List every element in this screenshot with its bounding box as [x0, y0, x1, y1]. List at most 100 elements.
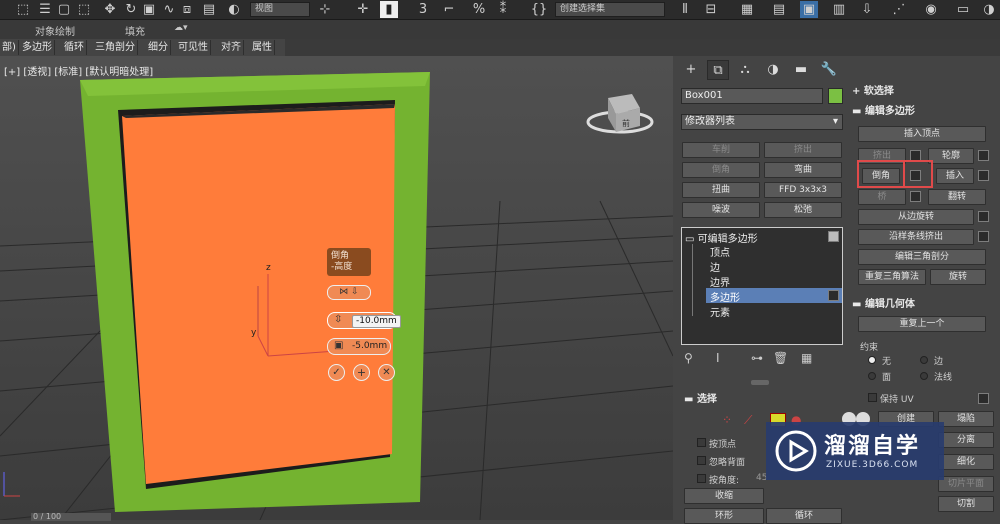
ribbon-tab-align[interactable]: 对齐	[219, 40, 244, 55]
outline-field[interactable]: ▣ -5.0mm	[327, 338, 391, 355]
selection-set-dropdown[interactable]: 创建选择集	[555, 2, 665, 17]
flip-button[interactable]: 翻转	[928, 189, 986, 205]
ribbon-tab-tri[interactable]: 三角剖分	[93, 40, 138, 55]
selection-rollout-header[interactable]: ▬ 选择	[684, 392, 717, 408]
perspective-viewport[interactable]: 前 z y 倒角 -高度 ⋈ ⇩ ⇳ -10.0mm ▣ -5.0mm ✓ + …	[0, 56, 673, 521]
render-frame-icon[interactable]: ▭	[954, 1, 972, 18]
mod-noise-button[interactable]: 噪波	[682, 202, 760, 218]
window-crossing-icon[interactable]: ⬚	[75, 1, 93, 18]
ribbon-toggle-icon[interactable]: ▣	[800, 1, 818, 18]
scale-icon[interactable]: ▣	[140, 1, 158, 18]
mod-relax-button[interactable]: 松弛	[764, 202, 842, 218]
ribbon-tab-vis[interactable]: 可见性	[176, 40, 211, 55]
mirror-tool-icon[interactable]: ⫴	[676, 1, 694, 18]
layer-manager-icon[interactable]: ▦	[738, 1, 756, 18]
stack-vertex[interactable]: 顶点	[710, 244, 730, 259]
constraint-edge-radio[interactable]	[920, 356, 928, 364]
extrude-spline-settings-icon[interactable]	[978, 231, 989, 242]
extrude-spline-button[interactable]: 沿样条线挤出	[858, 229, 974, 245]
ribbon-options-icon[interactable]: ☁▾	[174, 23, 188, 33]
align-icon[interactable]: ⊟	[702, 1, 720, 18]
percent-snap-icon[interactable]: %	[470, 1, 488, 18]
modifier-list-dropdown[interactable]: 修改器列表 ▾	[681, 114, 843, 130]
hierarchy-tab-icon[interactable]: ⛬	[734, 60, 756, 80]
make-unique-icon[interactable]: ⊶	[751, 351, 763, 365]
pin-stack-icon[interactable]: ⚲	[684, 351, 693, 365]
stack-root-toggle[interactable]	[828, 231, 839, 242]
show-end-result-icon[interactable]: Ⅰ	[716, 351, 720, 365]
angle-snap-icon[interactable]: ⌐	[440, 1, 458, 18]
mod-bevel-button[interactable]: 倒角	[682, 162, 760, 178]
stack-root[interactable]: ▭ 可编辑多边形	[685, 230, 758, 245]
mod-bend-button[interactable]: 弯曲	[764, 162, 842, 178]
ribbon-tab-polygon[interactable]: 多边形	[20, 40, 55, 55]
hinge-button[interactable]: 从边旋转	[858, 209, 974, 225]
ring-button[interactable]: 环形	[684, 508, 764, 524]
stack-edge[interactable]: 边	[710, 259, 720, 274]
render-icon[interactable]: ◑	[980, 1, 998, 18]
render-setup-icon[interactable]: ◉	[922, 1, 940, 18]
hinge-settings-icon[interactable]	[978, 211, 989, 222]
edit-triangulation-button[interactable]: 编辑三角剖分	[858, 249, 986, 265]
soft-select-header[interactable]: + 软选择	[852, 84, 894, 100]
snaps-toggle-icon[interactable]: 3	[414, 1, 432, 18]
scroll-grip[interactable]	[751, 380, 769, 385]
height-field[interactable]: ⇳ -10.0mm	[327, 312, 401, 329]
caddy-ok-icon[interactable]: ✓	[328, 364, 345, 381]
remove-modifier-icon[interactable]: 🗑	[773, 351, 788, 365]
bridge-settings-icon[interactable]	[910, 191, 921, 202]
motion-tab-icon[interactable]: ◑	[762, 60, 784, 80]
preserve-uv-settings-icon[interactable]	[978, 393, 989, 404]
retriangulate-button[interactable]: 重复三角算法	[858, 269, 926, 285]
scene-explorer-icon[interactable]: ▤	[770, 1, 788, 18]
utilities-tab-icon[interactable]: 🔧	[818, 60, 840, 80]
outline-button[interactable]: 轮廓	[928, 148, 974, 164]
keyboard-shortcut-icon[interactable]: ▮	[380, 1, 398, 18]
detach-button[interactable]: 分离	[938, 432, 994, 448]
shrink-button[interactable]: 收缩	[684, 488, 764, 504]
snap-icon[interactable]: ∿	[160, 1, 178, 18]
ribbon-tab-props[interactable]: 属性	[250, 40, 275, 55]
modifier-stack[interactable]: ▭ 可编辑多边形 顶点 边 边界 多边形 元素	[681, 227, 843, 345]
viewport-label[interactable]: [+] [透视] [标准] [默认明暗处理]	[4, 63, 153, 78]
caddy-apply-icon[interactable]: +	[353, 364, 370, 381]
turn-button[interactable]: 旋转	[930, 269, 986, 285]
height-value[interactable]: -10.0mm	[352, 315, 401, 328]
object-name-field[interactable]: Box001	[681, 88, 823, 104]
spinner-snap-icon[interactable]: ⁑	[494, 1, 512, 18]
select-manipulate-icon[interactable]: ✛	[354, 1, 372, 18]
cut-button[interactable]: 切割	[938, 496, 994, 512]
bevel-type-icon[interactable]: ⋈ ⇩	[327, 285, 371, 300]
slice-plane-button[interactable]: 切片平面	[938, 476, 994, 492]
mod-lathe-button[interactable]: 车削	[682, 142, 760, 158]
ribbon-tab-subdiv[interactable]: 细分	[146, 40, 171, 55]
fill-label[interactable]: 填充	[125, 23, 145, 38]
place-icon[interactable]: ▤	[200, 1, 218, 18]
tessellate-button[interactable]: 细化	[938, 454, 994, 470]
mod-twist-button[interactable]: 扭曲	[682, 182, 760, 198]
vertex-sel-icon[interactable]: ⁘	[722, 413, 732, 427]
bridge-button[interactable]: 桥	[858, 189, 906, 205]
edge-sel-icon[interactable]: ⟋	[744, 413, 752, 428]
inset-button[interactable]: 插入	[936, 168, 974, 184]
stack-border[interactable]: 边界	[710, 274, 730, 289]
loop-button[interactable]: 循环	[766, 508, 842, 524]
display-tab-icon[interactable]: ▬	[790, 60, 812, 80]
rect-region-icon[interactable]: ▢	[55, 1, 73, 18]
create-tab-icon[interactable]: +	[680, 60, 702, 80]
object-paint-label[interactable]: 对象绘制	[35, 23, 75, 38]
outline-value[interactable]: -5.0mm	[352, 341, 387, 351]
stack-element[interactable]: 元素	[710, 304, 730, 319]
mod-extrude-button[interactable]: 挤出	[764, 142, 842, 158]
edit-geometry-header[interactable]: ▬ 编辑几何体	[852, 297, 915, 313]
caddy-cancel-icon[interactable]: ✕	[378, 364, 395, 381]
collapse-button[interactable]: 塌陷	[938, 411, 994, 427]
select-icon[interactable]: ⬚	[14, 1, 32, 18]
schematic-icon[interactable]: ⇩	[858, 1, 876, 18]
pivot-center-icon[interactable]: ⊹	[316, 1, 334, 18]
move-icon[interactable]: ✥	[101, 1, 119, 18]
mod-ffd-button[interactable]: FFD 3x3x3	[764, 182, 842, 198]
edit-polygons-header[interactable]: ▬ 编辑多边形	[852, 104, 915, 120]
select-by-name-icon[interactable]: ☰	[36, 1, 54, 18]
edit-named-sel-icon[interactable]: {}	[530, 1, 548, 18]
